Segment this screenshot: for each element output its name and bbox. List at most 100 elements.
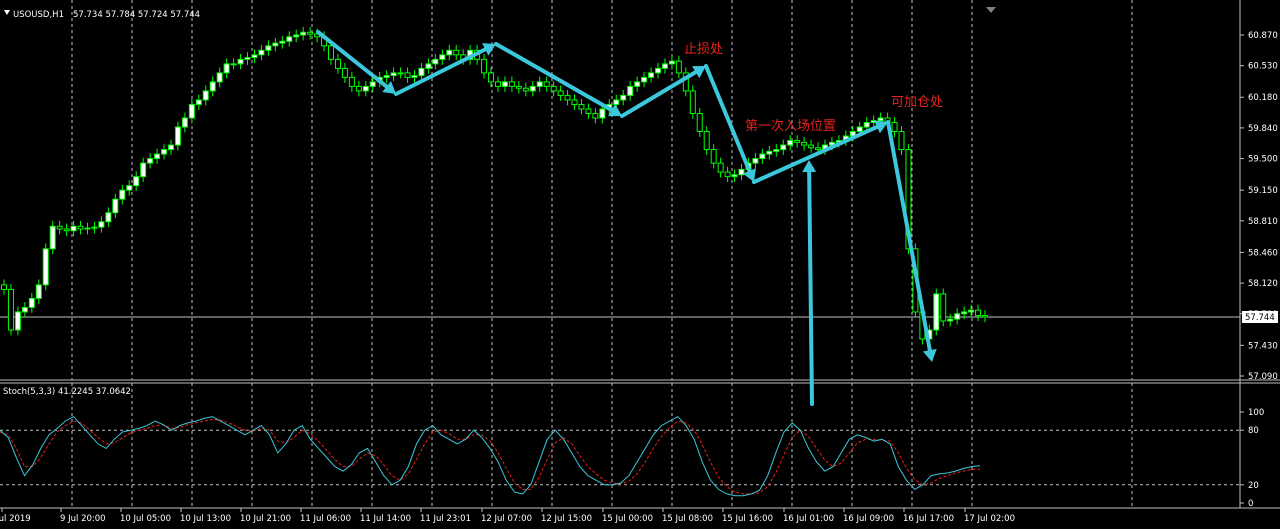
candle-body xyxy=(341,67,348,78)
time-tick-label: 17 Jul 02:00 xyxy=(964,514,1015,524)
candle-body xyxy=(648,72,655,78)
candle-body xyxy=(272,42,279,47)
candle-body xyxy=(550,85,557,92)
candle-body xyxy=(508,81,515,87)
candle-body xyxy=(494,81,501,87)
time-tick-label: 11 Jul 23:01 xyxy=(420,514,471,524)
candle-body xyxy=(63,228,70,232)
candle-body xyxy=(578,103,585,110)
candle-body xyxy=(230,63,237,66)
entry-arrow xyxy=(807,169,814,406)
candle-body xyxy=(522,87,529,92)
candle-body xyxy=(307,31,314,35)
time-tick-label: 10 Jul 21:00 xyxy=(240,514,291,524)
stoch-label: Stoch(5,3,3) 41.2245 37.0642 xyxy=(3,387,131,397)
price-tick-label: 57.090 xyxy=(1248,372,1278,382)
candle-body xyxy=(488,72,495,83)
candle-body xyxy=(432,58,439,65)
candle-body xyxy=(397,72,404,75)
candle-body xyxy=(752,158,759,164)
candle-body xyxy=(856,126,863,133)
candle-body xyxy=(780,144,787,151)
candle-body xyxy=(501,81,508,87)
candle-body xyxy=(119,189,126,200)
chart-canvas[interactable]: 止损处第一次入场位置 可加仓处 60.870 60.530 60.180 59.840 5… xyxy=(0,0,1280,529)
candle-body xyxy=(759,153,766,160)
candle-body xyxy=(91,226,98,229)
candle-body xyxy=(216,72,223,83)
price-tick-label: 59.500 xyxy=(1248,155,1278,165)
time-tick-label: 15 Jul 08:00 xyxy=(662,514,713,524)
candle-body xyxy=(968,309,975,313)
trend-arrow xyxy=(752,124,880,184)
candle-body xyxy=(195,99,202,105)
candle-body xyxy=(14,311,21,331)
symbol-readout: USOUSD,H1 xyxy=(13,10,64,20)
candle-body xyxy=(140,162,147,178)
candle-body xyxy=(348,76,355,87)
candle-body xyxy=(404,72,411,78)
candle-body xyxy=(627,85,634,96)
time-tick-label: 10 Jul 13:00 xyxy=(180,514,231,524)
candle-body xyxy=(731,174,738,178)
annotations: 止损处第一次入场位置 可加仓处 xyxy=(684,42,943,134)
candle-body xyxy=(77,225,84,230)
stoch-tick-label: 100 xyxy=(1248,408,1264,418)
candle-body xyxy=(181,117,188,128)
candle-body xyxy=(710,149,717,164)
time-tick-label: 12 Jul 07:00 xyxy=(481,514,532,524)
candle-body xyxy=(209,81,216,92)
candle-body xyxy=(717,162,724,173)
time-tick-label: 16 Jul 09:00 xyxy=(843,514,894,524)
candle-body xyxy=(1,284,7,290)
time-tick-label: 16 Jul 01:00 xyxy=(783,514,834,524)
candle-body xyxy=(439,54,446,60)
price-tick-label: 57.430 xyxy=(1248,341,1278,351)
time-tick-label: 10 Jul 05:00 xyxy=(120,514,171,524)
candle-body xyxy=(773,149,780,152)
candle-body xyxy=(954,313,961,320)
candle-body xyxy=(7,288,14,331)
candle-body xyxy=(167,144,174,151)
candle-body xyxy=(481,58,488,74)
candle-body xyxy=(286,36,293,42)
time-tick-label: 9 Jul 20:00 xyxy=(60,514,106,524)
candle-body xyxy=(877,117,884,122)
candle-body xyxy=(940,293,947,322)
candle-body xyxy=(794,140,801,143)
candle-body xyxy=(105,212,112,223)
candle-body xyxy=(293,34,300,38)
candle-body xyxy=(961,311,968,315)
candle-body xyxy=(126,185,133,191)
candles xyxy=(1,26,988,345)
candle-body xyxy=(279,40,286,44)
candle-body xyxy=(808,144,815,149)
candle-body xyxy=(801,141,808,146)
candle-body xyxy=(557,90,564,96)
candle-body xyxy=(815,147,822,151)
symbol-menu-icon[interactable] xyxy=(4,10,10,15)
candle-body xyxy=(675,60,682,74)
time-axis: 9 Jul 2019 9 Jul 20:00 10 Jul 05:00 10 Jul … xyxy=(0,508,1015,524)
scroll-marker-icon[interactable] xyxy=(986,7,996,13)
candle-body xyxy=(98,221,105,228)
candle-body xyxy=(133,176,140,187)
candle-body xyxy=(244,57,251,60)
stoch-main-line xyxy=(0,415,981,497)
candle-body xyxy=(536,81,543,87)
time-tick-label: 16 Jul 17:00 xyxy=(903,514,954,524)
price-tick-label: 60.530 xyxy=(1248,62,1278,72)
annotation-text: 可加仓处 xyxy=(891,95,943,110)
stochastic-panel: 100 80 20 0 xyxy=(0,408,1264,509)
candle-body xyxy=(564,94,571,101)
candle-body xyxy=(258,49,265,56)
candle-body xyxy=(328,45,334,60)
candle-body xyxy=(35,284,42,299)
trend-arrow-head xyxy=(922,348,937,362)
candle-body xyxy=(863,122,870,128)
candle-body xyxy=(453,49,460,56)
candle-body xyxy=(188,103,195,119)
candle-body xyxy=(411,75,418,78)
candle-body xyxy=(543,81,550,87)
time-tick-label: 15 Jul 00:00 xyxy=(602,514,653,524)
